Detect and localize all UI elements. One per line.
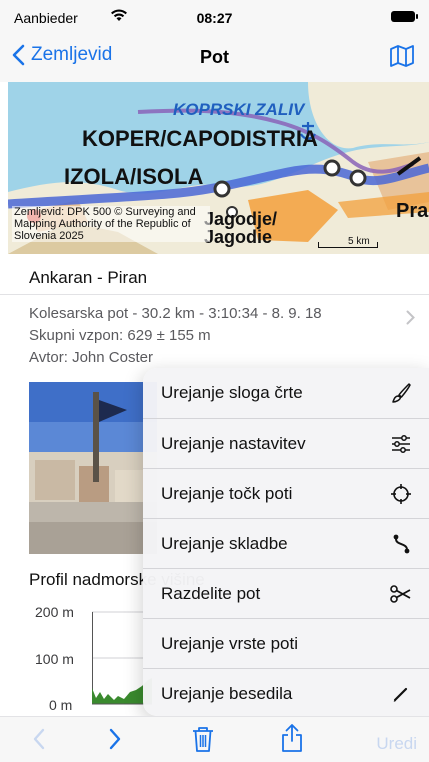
map-label-koper: KOPER/CAPODISTRIA xyxy=(82,126,318,151)
menu-item-line-style[interactable]: Urejanje sloga črte xyxy=(143,368,429,418)
clock: 08:27 xyxy=(196,10,233,26)
map-view[interactable]: KOPRSKI ZALIV KOPER/CAPODISTRIA IZOLA/IS… xyxy=(8,82,429,254)
menu-item-split[interactable]: Razdelite pot xyxy=(143,568,429,618)
menu-item-label: Razdelite pot xyxy=(161,583,261,603)
crosshair-icon xyxy=(391,484,411,504)
menu-item-label: Urejanje sloga črte xyxy=(161,383,303,402)
menu-item-settings[interactable]: Urejanje nastavitev xyxy=(143,418,429,468)
delete-button[interactable] xyxy=(191,725,215,758)
status-bar: Aanbieder 08:27 xyxy=(0,0,429,34)
menu-item-label: Urejanje skladbe xyxy=(161,533,288,553)
axis-label-200: 200 m xyxy=(35,604,74,620)
map-label-jagodje: Jagodje/ Jagodie xyxy=(204,209,278,247)
chevron-right-icon[interactable] xyxy=(406,310,415,330)
map-label-bay: KOPRSKI ZALIV xyxy=(173,100,305,119)
map-attribution: Zemljevid: DPK 500 © Surveying and Mappi… xyxy=(12,206,210,242)
chevron-left-icon xyxy=(33,728,45,750)
menu-item-label: Urejanje točk poti xyxy=(161,483,293,503)
map-button[interactable] xyxy=(389,44,415,73)
axis-label-0: 0 m xyxy=(49,697,73,713)
axis-label-100: 100 m xyxy=(35,651,74,667)
brush-icon xyxy=(392,383,411,403)
map-scale-label: 5 km xyxy=(348,236,370,247)
chevron-right-icon xyxy=(109,728,121,750)
share-button[interactable] xyxy=(280,723,304,758)
menu-item-track-type[interactable]: Urejanje vrste poti xyxy=(143,618,429,668)
menu-item-text[interactable]: Urejanje besedila xyxy=(143,668,429,716)
edit-button[interactable]: Uredi xyxy=(376,734,417,754)
menu-item-label: Urejanje nastavitev xyxy=(161,433,306,453)
track-ascent[interactable]: Skupni vzpon: 629 ± 155 m xyxy=(29,327,211,344)
bottom-toolbar: Uredi xyxy=(0,716,429,762)
chevron-left-icon xyxy=(12,44,25,66)
track-author[interactable]: Avtor: John Coster xyxy=(29,349,153,366)
sliders-icon xyxy=(392,435,410,453)
menu-item-waypoints[interactable]: Urejanje točk poti xyxy=(143,468,429,518)
pencil-icon xyxy=(393,687,408,702)
navigation-bar: Zemljevid Pot xyxy=(0,34,429,82)
map-icon xyxy=(390,45,414,67)
context-menu: Urejanje sloga črte Urejanje nastavitev … xyxy=(143,368,429,716)
map-label-izola: IZOLA/ISOLA xyxy=(64,164,204,189)
battery-icon xyxy=(391,11,418,22)
menu-item-label: Urejanje vrste poti xyxy=(161,633,299,653)
path-icon xyxy=(393,534,410,554)
trash-icon xyxy=(193,727,213,752)
track-summary[interactable]: Kolesarska pot - 30.2 km - 3:10:34 - 8. … xyxy=(29,305,322,322)
menu-item-label: Urejanje besedila xyxy=(161,683,293,703)
back-button[interactable]: Zemljevid xyxy=(12,44,112,66)
track-name: Ankaran - Piran xyxy=(29,268,148,287)
track-photo[interactable] xyxy=(29,382,157,554)
share-icon xyxy=(282,724,302,752)
previous-button[interactable] xyxy=(32,727,46,756)
back-button-label: Zemljevid xyxy=(31,44,113,65)
scissors-icon xyxy=(390,585,411,603)
next-button[interactable] xyxy=(108,727,122,756)
menu-item-track[interactable]: Urejanje skladbe xyxy=(143,518,429,568)
map-label-partial: Pra xyxy=(396,200,429,222)
divider xyxy=(0,294,429,295)
